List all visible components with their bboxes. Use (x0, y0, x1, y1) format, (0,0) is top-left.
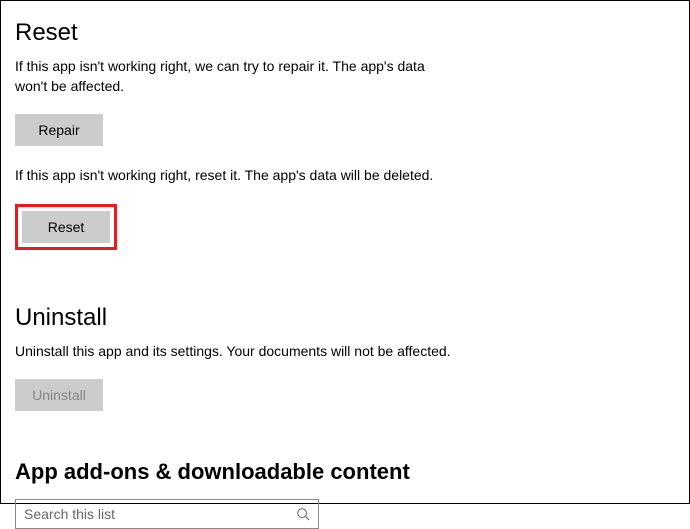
search-icon (296, 507, 310, 521)
uninstall-heading: Uninstall (15, 304, 675, 332)
reset-section: Reset If this app isn't working right, w… (15, 19, 675, 250)
repair-button[interactable]: Repair (15, 114, 103, 146)
reset-button-highlight: Reset (15, 204, 117, 250)
uninstall-button[interactable]: Uninstall (15, 379, 103, 411)
uninstall-description: Uninstall this app and its settings. You… (15, 342, 675, 362)
addons-section: App add-ons & downloadable content (15, 459, 675, 529)
repair-description: If this app isn't working right, we can … (15, 57, 445, 96)
reset-button[interactable]: Reset (22, 211, 110, 243)
uninstall-section: Uninstall Uninstall this app and its set… (15, 304, 675, 412)
addons-heading: App add-ons & downloadable content (15, 459, 675, 485)
search-input[interactable] (24, 506, 296, 522)
reset-heading: Reset (15, 19, 675, 47)
reset-description: If this app isn't working right, reset i… (15, 166, 675, 186)
